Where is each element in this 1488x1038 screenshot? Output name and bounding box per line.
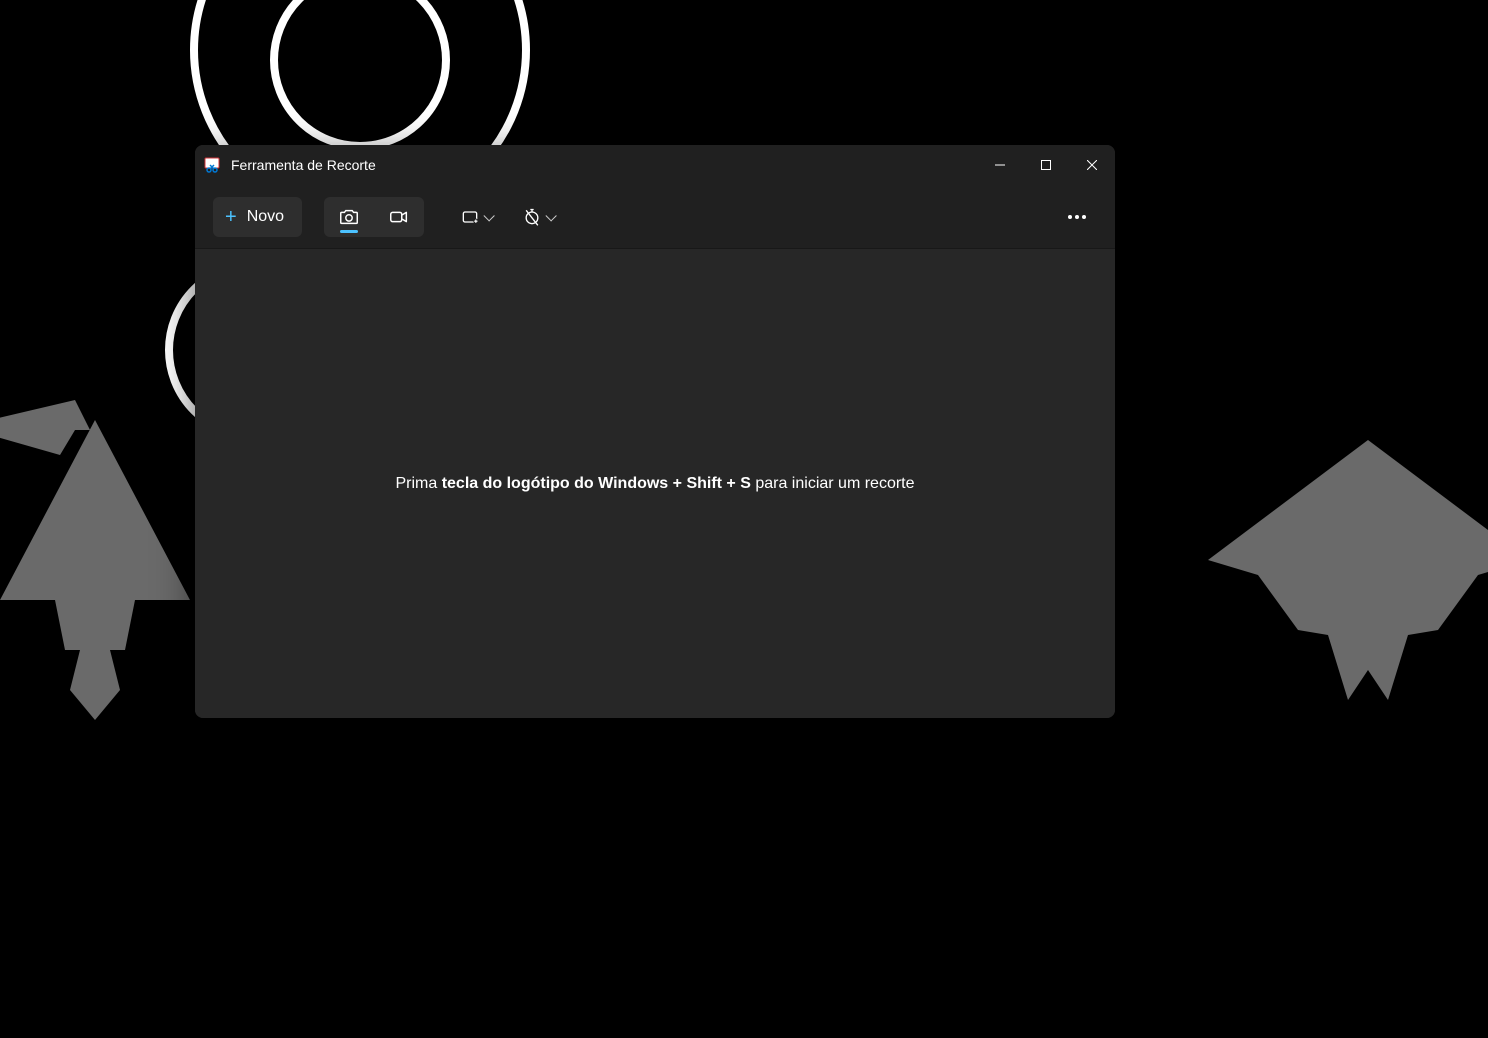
chevron-down-icon	[545, 214, 555, 220]
snip-video-button[interactable]	[374, 197, 424, 237]
close-button[interactable]	[1069, 145, 1115, 185]
capture-mode-group	[324, 197, 424, 237]
content-area: Prima tecla do logótipo do Windows + Shi…	[195, 249, 1115, 718]
window-title: Ferramenta de Recorte	[231, 157, 376, 173]
rectangle-icon	[460, 207, 480, 227]
new-button-label: Novo	[247, 208, 284, 226]
snip-photo-button[interactable]	[324, 197, 374, 237]
toolbar: + Novo	[195, 185, 1115, 249]
wallpaper-jet-right	[1208, 440, 1488, 700]
snip-shape-dropdown[interactable]	[452, 197, 500, 237]
camera-icon	[338, 206, 360, 228]
chevron-down-icon	[483, 214, 493, 220]
hint-suffix: para iniciar um recorte	[751, 475, 915, 492]
delay-dropdown[interactable]	[514, 197, 562, 237]
wallpaper-jet-left	[0, 420, 220, 720]
video-icon	[388, 206, 410, 228]
dot-icon	[1075, 215, 1079, 219]
dot-icon	[1068, 215, 1072, 219]
hint-shortcut: tecla do logótipo do Windows + Shift + S	[442, 475, 751, 492]
app-icon	[203, 156, 221, 174]
snipping-tool-window: Ferramenta de Recorte + Novo	[195, 145, 1115, 718]
maximize-button[interactable]	[1023, 145, 1069, 185]
dot-icon	[1082, 215, 1086, 219]
minimize-button[interactable]	[977, 145, 1023, 185]
titlebar[interactable]: Ferramenta de Recorte	[195, 145, 1115, 185]
new-button[interactable]: + Novo	[213, 197, 302, 237]
hint-prefix: Prima	[395, 475, 441, 492]
hint-text: Prima tecla do logótipo do Windows + Shi…	[395, 475, 914, 493]
timer-off-icon	[522, 207, 542, 227]
more-options-button[interactable]	[1057, 197, 1097, 237]
plus-icon: +	[225, 207, 237, 227]
